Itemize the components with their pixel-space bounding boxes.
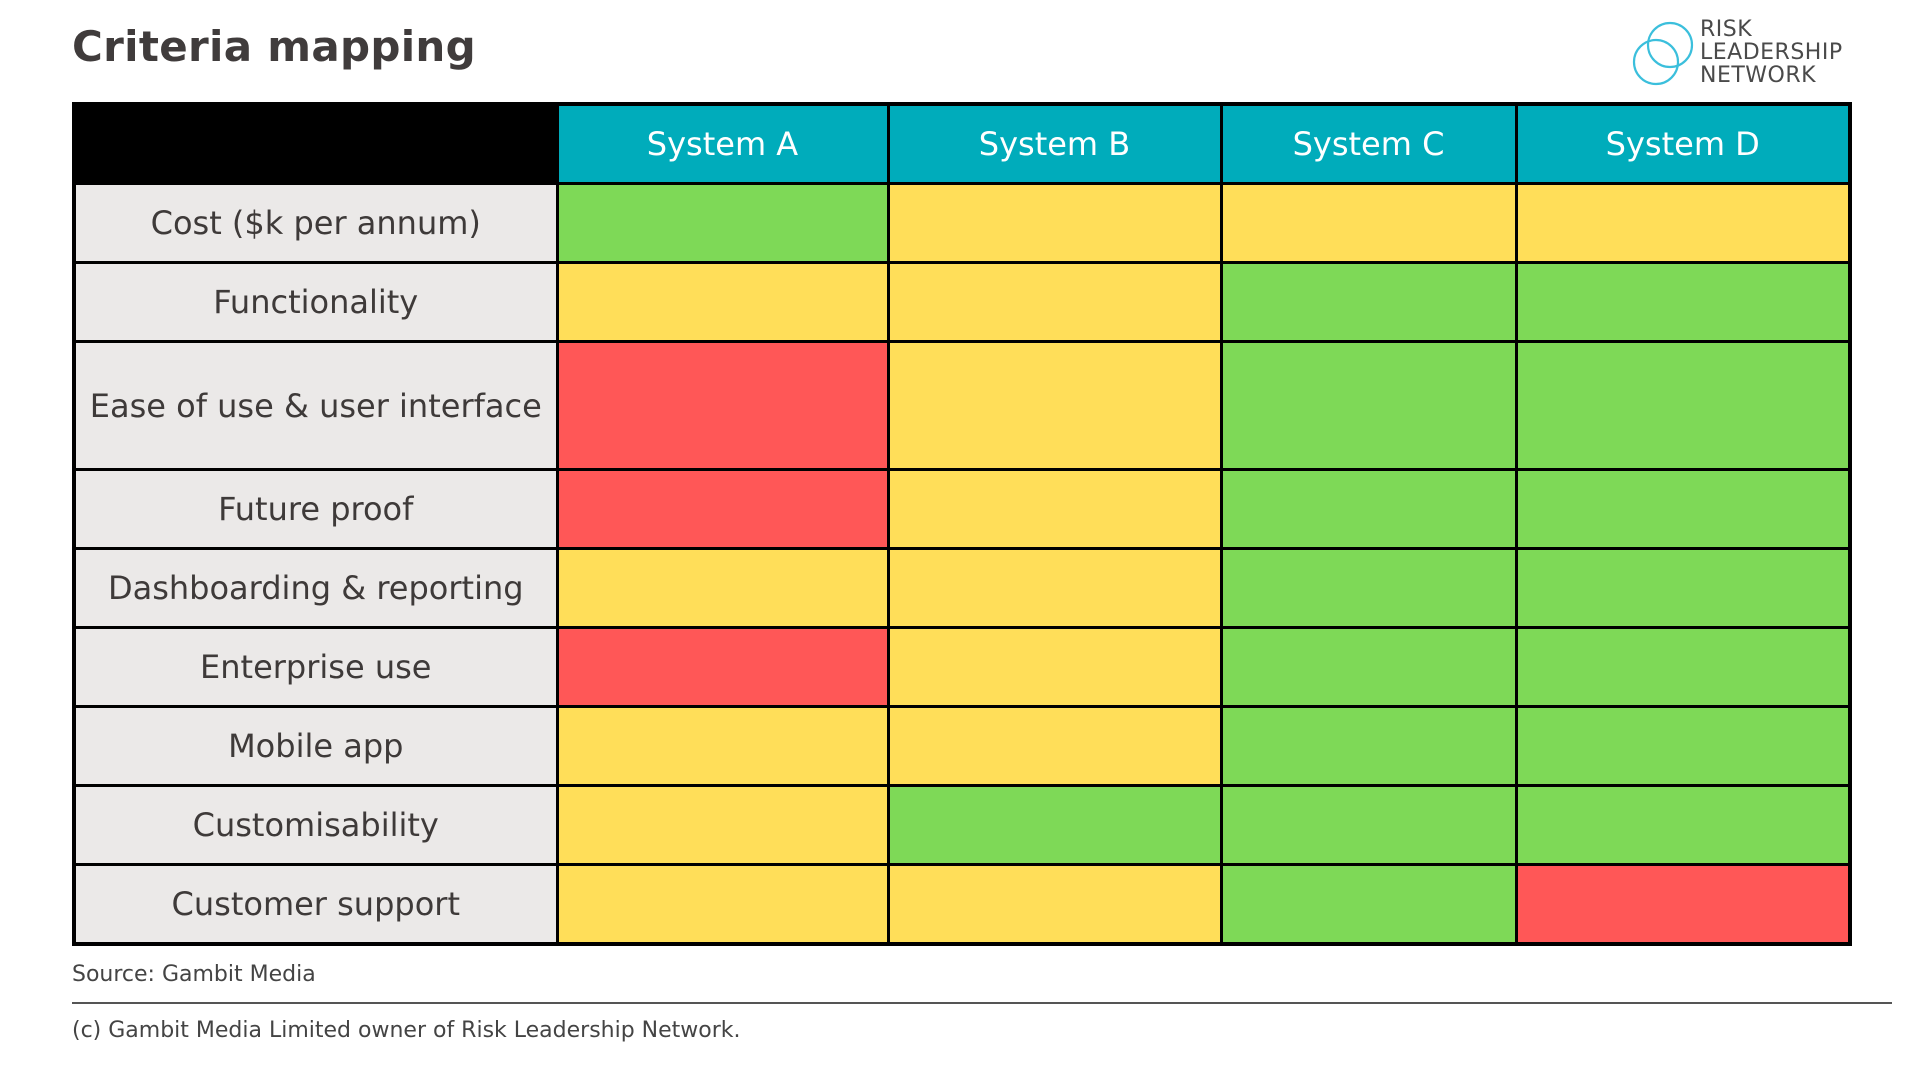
table-row: Mobile app — [72, 705, 1852, 787]
rating-cell-yellow — [1514, 182, 1852, 264]
rating-cell-green — [1514, 705, 1852, 787]
rating-cell-yellow — [886, 340, 1223, 471]
rating-cell-yellow — [886, 705, 1223, 787]
rating-cell-yellow — [886, 182, 1223, 264]
criterion-label: Dashboarding & reporting — [72, 547, 559, 629]
table-row: Customisability — [72, 784, 1852, 866]
rating-cell-green — [555, 182, 890, 264]
rating-cell-yellow — [1219, 182, 1518, 264]
interlocking-rings-icon — [1632, 21, 1694, 86]
logo-line: RISK — [1700, 17, 1753, 42]
rating-cell-green — [1514, 626, 1852, 708]
rating-cell-yellow — [886, 261, 1223, 343]
rating-cell-green — [886, 784, 1223, 866]
table-row: Ease of use & user interface — [72, 340, 1852, 471]
rating-cell-yellow — [886, 468, 1223, 550]
rating-cell-green — [1219, 863, 1518, 945]
rating-cell-red — [555, 340, 890, 471]
rating-cell-yellow — [555, 705, 890, 787]
logo-text: RISK LEADERSHIP NETWORK — [1700, 18, 1843, 87]
rating-cell-green — [1514, 784, 1852, 866]
rating-cell-yellow — [555, 863, 890, 945]
criterion-label: Mobile app — [72, 705, 559, 787]
column-header: System C — [1219, 102, 1518, 185]
rating-cell-yellow — [555, 784, 890, 866]
table-row: Customer support — [72, 863, 1852, 945]
table-row: Cost ($k per annum) — [72, 182, 1852, 264]
logo-line: LEADERSHIP — [1700, 40, 1843, 65]
corner-cell — [72, 102, 559, 185]
rating-cell-green — [1219, 784, 1518, 866]
table-row: Enterprise use — [72, 626, 1852, 708]
criterion-label: Future proof — [72, 468, 559, 550]
criteria-table: System A System B System C System D Cost… — [72, 102, 1852, 946]
rating-cell-green — [1514, 547, 1852, 629]
rating-cell-yellow — [886, 626, 1223, 708]
rating-cell-red — [555, 468, 890, 550]
rating-cell-green — [1219, 340, 1518, 471]
rating-cell-green — [1219, 468, 1518, 550]
rating-cell-green — [1514, 468, 1852, 550]
table-row: Functionality — [72, 261, 1852, 343]
rating-cell-red — [1514, 863, 1852, 945]
criterion-label: Customer support — [72, 863, 559, 945]
rating-cell-green — [1219, 626, 1518, 708]
logo: RISK LEADERSHIP NETWORK — [1630, 18, 1870, 90]
criterion-label: Functionality — [72, 261, 559, 343]
column-header: System B — [886, 102, 1223, 185]
table-row: Future proof — [72, 468, 1852, 550]
rating-cell-yellow — [555, 261, 890, 343]
table-row: Dashboarding & reporting — [72, 547, 1852, 629]
criterion-label: Enterprise use — [72, 626, 559, 708]
criterion-label: Ease of use & user interface — [72, 340, 559, 471]
header-row: System A System B System C System D — [72, 102, 1852, 185]
copyright-note: (c) Gambit Media Limited owner of Risk L… — [72, 1018, 741, 1043]
column-header: System D — [1514, 102, 1852, 185]
logo-line: NETWORK — [1700, 63, 1817, 88]
rating-cell-yellow — [886, 863, 1223, 945]
rating-cell-green — [1219, 547, 1518, 629]
rating-cell-green — [1219, 261, 1518, 343]
source-note: Source: Gambit Media — [72, 962, 316, 987]
divider — [72, 1002, 1892, 1004]
rating-cell-yellow — [886, 547, 1223, 629]
rating-cell-green — [1514, 340, 1852, 471]
criterion-label: Customisability — [72, 784, 559, 866]
rating-cell-green — [1514, 261, 1852, 343]
criterion-label: Cost ($k per annum) — [72, 182, 559, 264]
column-header: System A — [555, 102, 890, 185]
rating-cell-yellow — [555, 547, 890, 629]
rating-cell-red — [555, 626, 890, 708]
rating-cell-green — [1219, 705, 1518, 787]
page-title: Criteria mapping — [72, 22, 476, 71]
